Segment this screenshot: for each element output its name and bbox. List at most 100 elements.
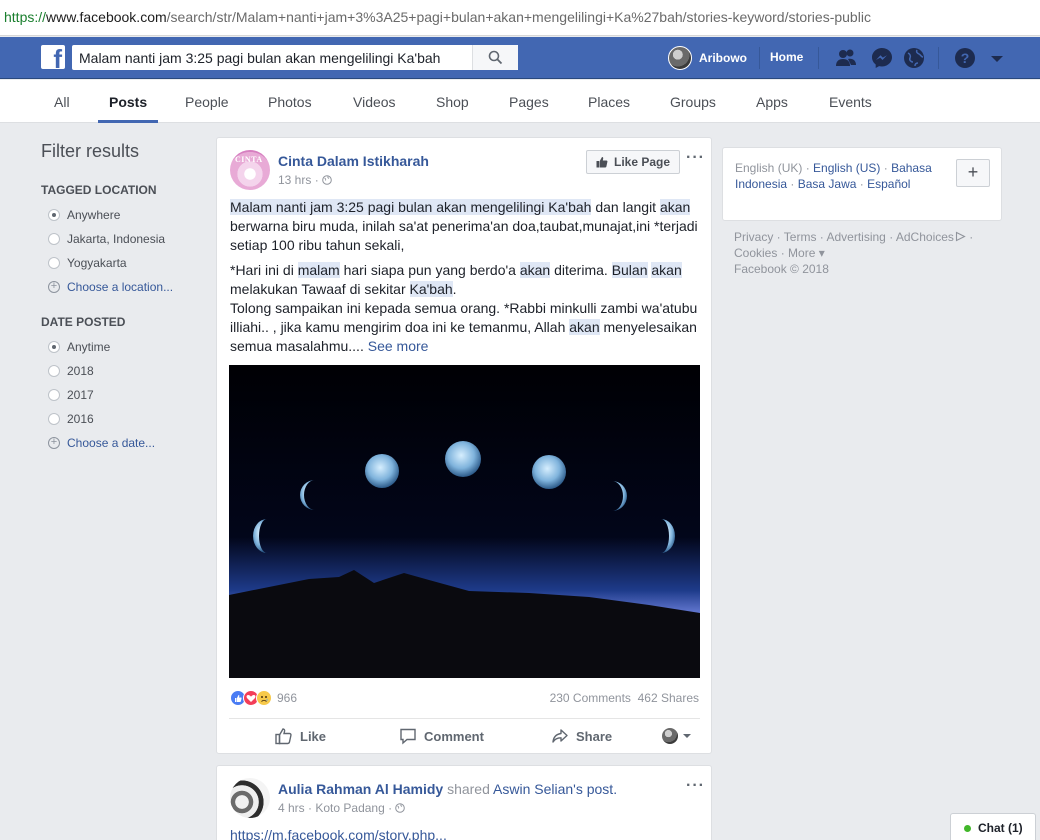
- footer-link-more[interactable]: More: [788, 246, 815, 260]
- date-option-2017[interactable]: 2017: [41, 383, 211, 407]
- chat-tab[interactable]: Chat (1): [950, 813, 1036, 840]
- footer-link-privacy[interactable]: Privacy: [734, 230, 773, 244]
- original-author-link[interactable]: Aswin Selian: [493, 781, 573, 797]
- help-icon[interactable]: ?: [953, 46, 977, 70]
- footer-links: Privacy · Terms · Advertising · AdChoice…: [734, 230, 974, 276]
- tab-events[interactable]: Events: [829, 80, 872, 123]
- share-label: Share: [576, 728, 613, 744]
- thumbs-up-icon: [596, 157, 608, 168]
- language-box: English (UK) · English (US) · Bahasa Ind…: [722, 147, 1002, 221]
- radio-button[interactable]: [48, 341, 60, 353]
- language-link[interactable]: Español: [867, 177, 910, 191]
- radio-button[interactable]: [48, 389, 60, 401]
- date-option-anytime[interactable]: Anytime: [41, 335, 211, 359]
- highlighted-text: akan: [519, 262, 551, 278]
- radio-button[interactable]: [48, 365, 60, 377]
- see-more-link[interactable]: See more: [368, 338, 429, 354]
- story-link[interactable]: https://m.facebook.com/story.php...: [230, 827, 447, 840]
- footer-link-cookies[interactable]: Cookies: [734, 246, 777, 260]
- like-page-button[interactable]: Like Page: [586, 150, 680, 174]
- facebook-logo-letter: f: [53, 44, 62, 74]
- messenger-icon[interactable]: [870, 46, 894, 70]
- tab-people[interactable]: People: [185, 80, 229, 123]
- comment-label: Comment: [424, 728, 484, 744]
- search-box: [72, 45, 518, 70]
- language-link[interactable]: Basa Jawa: [798, 177, 857, 191]
- post-author[interactable]: Cinta Dalam Istikharah: [278, 153, 429, 169]
- highlighted-text: malam: [297, 262, 340, 278]
- radio-button[interactable]: [48, 257, 60, 269]
- user-avatar[interactable]: [230, 778, 270, 818]
- post-paragraph: *Hari ini di malam hari siapa pun yang b…: [230, 261, 702, 356]
- post-location[interactable]: Koto Padang: [315, 801, 384, 815]
- date-option-2016[interactable]: 2016: [41, 407, 211, 431]
- reaction-count: 966: [277, 691, 298, 705]
- tab-posts[interactable]: Posts: [98, 80, 159, 123]
- page-avatar[interactable]: CINTA: [230, 150, 270, 190]
- footer-link-adchoices[interactable]: AdChoices: [896, 230, 954, 244]
- tab-groups[interactable]: Groups: [670, 80, 716, 123]
- more-caret-icon[interactable]: ▾: [819, 246, 825, 260]
- post-options-icon[interactable]: ···: [686, 149, 705, 167]
- radio-button[interactable]: [48, 209, 60, 221]
- date-posted-heading: DATE POSTED: [41, 315, 126, 329]
- radio-button[interactable]: [48, 233, 60, 245]
- add-language-button[interactable]: +: [956, 159, 990, 187]
- location-option-jakarta[interactable]: Jakarta, Indonesia: [41, 227, 211, 251]
- share-button[interactable]: Share: [551, 725, 612, 747]
- shares-count[interactable]: 462 Shares: [638, 691, 699, 705]
- facebook-logo[interactable]: f: [41, 44, 65, 74]
- language-list: English (UK) · English (US) · Bahasa Ind…: [735, 161, 932, 191]
- location-option-anywhere[interactable]: Anywhere: [41, 203, 211, 227]
- tab-all[interactable]: All: [54, 80, 70, 123]
- footer-link-advertising[interactable]: Advertising: [826, 230, 885, 244]
- profile-link[interactable]: Aribowo: [668, 45, 747, 71]
- public-globe-icon: [322, 175, 332, 185]
- language-link[interactable]: English (US): [813, 161, 880, 175]
- share-headline: Aulia Rahman Al Hamidy shared Aswin Seli…: [278, 781, 617, 797]
- search-input[interactable]: [79, 49, 469, 66]
- option-label: Anywhere: [67, 208, 121, 222]
- separator-dot: ·: [388, 801, 393, 815]
- home-link[interactable]: Home: [770, 50, 803, 64]
- tab-photos[interactable]: Photos: [268, 80, 312, 123]
- tab-apps[interactable]: Apps: [756, 80, 788, 123]
- post-author[interactable]: Aulia Rahman Al Hamidy: [278, 781, 443, 797]
- tab-pages[interactable]: Pages: [509, 80, 549, 123]
- like-button[interactable]: Like: [275, 725, 326, 747]
- date-option-2018[interactable]: 2018: [41, 359, 211, 383]
- engagement-counts: 230 Comments 462 Shares: [550, 691, 699, 705]
- choose-location-label[interactable]: Choose a location...: [67, 280, 173, 294]
- choose-date-label[interactable]: Choose a date...: [67, 436, 155, 450]
- post-photo[interactable]: [229, 365, 700, 678]
- comment-icon: [400, 728, 416, 745]
- account-menu-chevron-icon[interactable]: [985, 46, 1009, 70]
- tab-shop[interactable]: Shop: [436, 80, 469, 123]
- friend-requests-icon[interactable]: [834, 46, 858, 70]
- tab-videos[interactable]: Videos: [353, 80, 396, 123]
- post-link[interactable]: 's post.: [573, 781, 617, 797]
- option-label: Jakarta, Indonesia: [67, 232, 166, 246]
- browser-url-bar[interactable]: https://www.facebook.com/search/str/Mala…: [0, 0, 1040, 36]
- reactions-summary[interactable]: 966: [230, 689, 297, 707]
- react-as-selector[interactable]: [662, 725, 699, 747]
- location-option-yogyakarta[interactable]: Yogyakarta: [41, 251, 211, 275]
- notifications-globe-icon[interactable]: [902, 46, 926, 70]
- svg-text:?: ?: [961, 50, 970, 66]
- comments-count[interactable]: 230 Comments: [550, 691, 631, 705]
- current-language: English (UK): [735, 161, 803, 175]
- highlighted-text: Bulan: [611, 262, 648, 278]
- choose-date-link[interactable]: + Choose a date...: [41, 431, 211, 455]
- post-options-icon[interactable]: ···: [686, 777, 705, 795]
- post-timestamp[interactable]: 4 hrs: [278, 801, 305, 815]
- choose-location-link[interactable]: + Choose a location...: [41, 275, 211, 299]
- comment-button[interactable]: Comment: [399, 725, 484, 747]
- tab-places[interactable]: Places: [588, 80, 630, 123]
- footer-link-terms[interactable]: Terms: [784, 230, 817, 244]
- radio-button[interactable]: [48, 413, 60, 425]
- search-button[interactable]: [472, 45, 518, 70]
- post-timestamp[interactable]: 13 hrs: [278, 173, 311, 187]
- url-protocol: https://: [4, 9, 47, 25]
- url-text[interactable]: https://www.facebook.com/search/str/Mala…: [4, 9, 871, 25]
- highlighted-text: Malam nanti jam 3:25 pagi bulan akan men…: [230, 199, 592, 215]
